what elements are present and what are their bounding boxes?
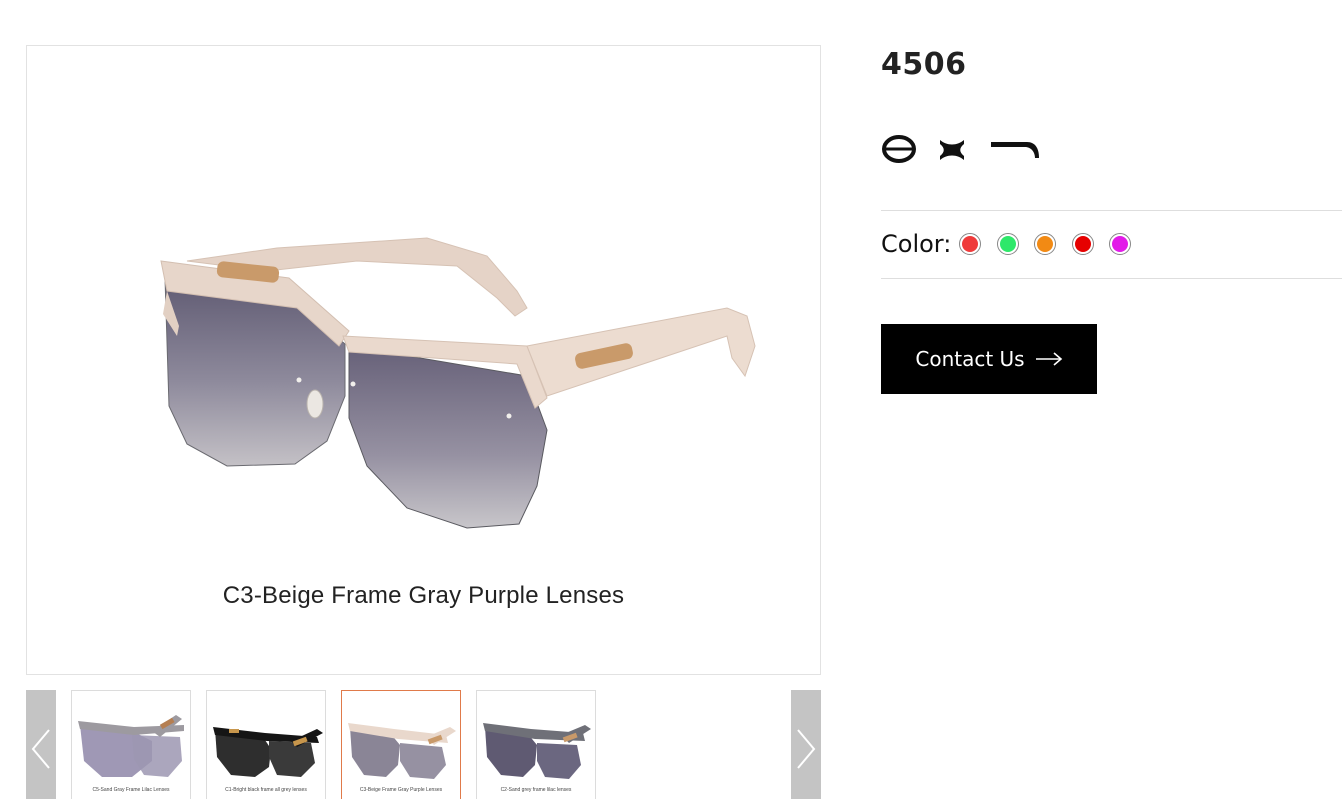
thumbnail-4[interactable]: C2-Sand grey frame lilac lenses (476, 690, 596, 799)
divider-top (881, 210, 1342, 211)
product-model-number: 4506 (881, 47, 967, 82)
color-swatch-2[interactable] (996, 233, 1019, 255)
main-image-caption: C3-Beige Frame Gray Purple Lenses (222, 582, 625, 609)
thumbnail-4-caption: C2-Sand grey frame lilac lenses (500, 787, 572, 793)
color-selector: Color: (881, 226, 1147, 262)
main-product-image[interactable]: C3-Beige Frame Gray Purple Lenses (26, 45, 821, 675)
color-swatch-3[interactable] (1034, 233, 1057, 255)
thumbnail-3-caption: C3-Beige Frame Gray Purple Lenses (359, 787, 443, 793)
next-image-button[interactable] (791, 690, 821, 799)
thumbnail-3[interactable]: C3-Beige Frame Gray Purple Lenses (341, 690, 461, 799)
thumbnail-1-caption: C5-Sand Gray Frame Lilac Lenses (92, 787, 170, 793)
sunglasses-thumbnail-1 (78, 715, 184, 777)
sunglasses-thumbnail-2 (213, 727, 323, 777)
sunglasses-illustration (160, 237, 756, 529)
thumbnail-2-caption: C1-Bright black frame all grey lenses (225, 787, 307, 793)
thumbnail-strip: C5-Sand Gray Frame Lilac Lenses C1-Brigh… (26, 690, 821, 799)
chevron-left-icon (31, 729, 50, 769)
temple-arm-icon (989, 132, 1041, 170)
bridge-icon (937, 132, 967, 170)
color-swatch-4[interactable] (1071, 233, 1094, 255)
sunglasses-thumbnail-4 (483, 723, 591, 779)
arrow-right-icon (1035, 347, 1063, 371)
divider-bottom (881, 278, 1342, 279)
previous-image-button[interactable] (26, 690, 56, 799)
thumbnail-1[interactable]: C5-Sand Gray Frame Lilac Lenses (71, 690, 191, 799)
sunglasses-thumbnail-3 (348, 723, 456, 779)
contact-us-label: Contact Us (915, 347, 1025, 371)
color-label: Color: (881, 230, 952, 258)
color-swatch-1[interactable] (959, 233, 982, 255)
contact-us-button[interactable]: Contact Us (881, 324, 1097, 394)
color-swatch-5[interactable] (1109, 233, 1132, 255)
chevron-right-icon (797, 729, 816, 769)
full-rim-lens-icon (881, 132, 917, 170)
spec-icons (881, 132, 1081, 166)
thumbnail-2[interactable]: C1-Bright black frame all grey lenses (206, 690, 326, 799)
